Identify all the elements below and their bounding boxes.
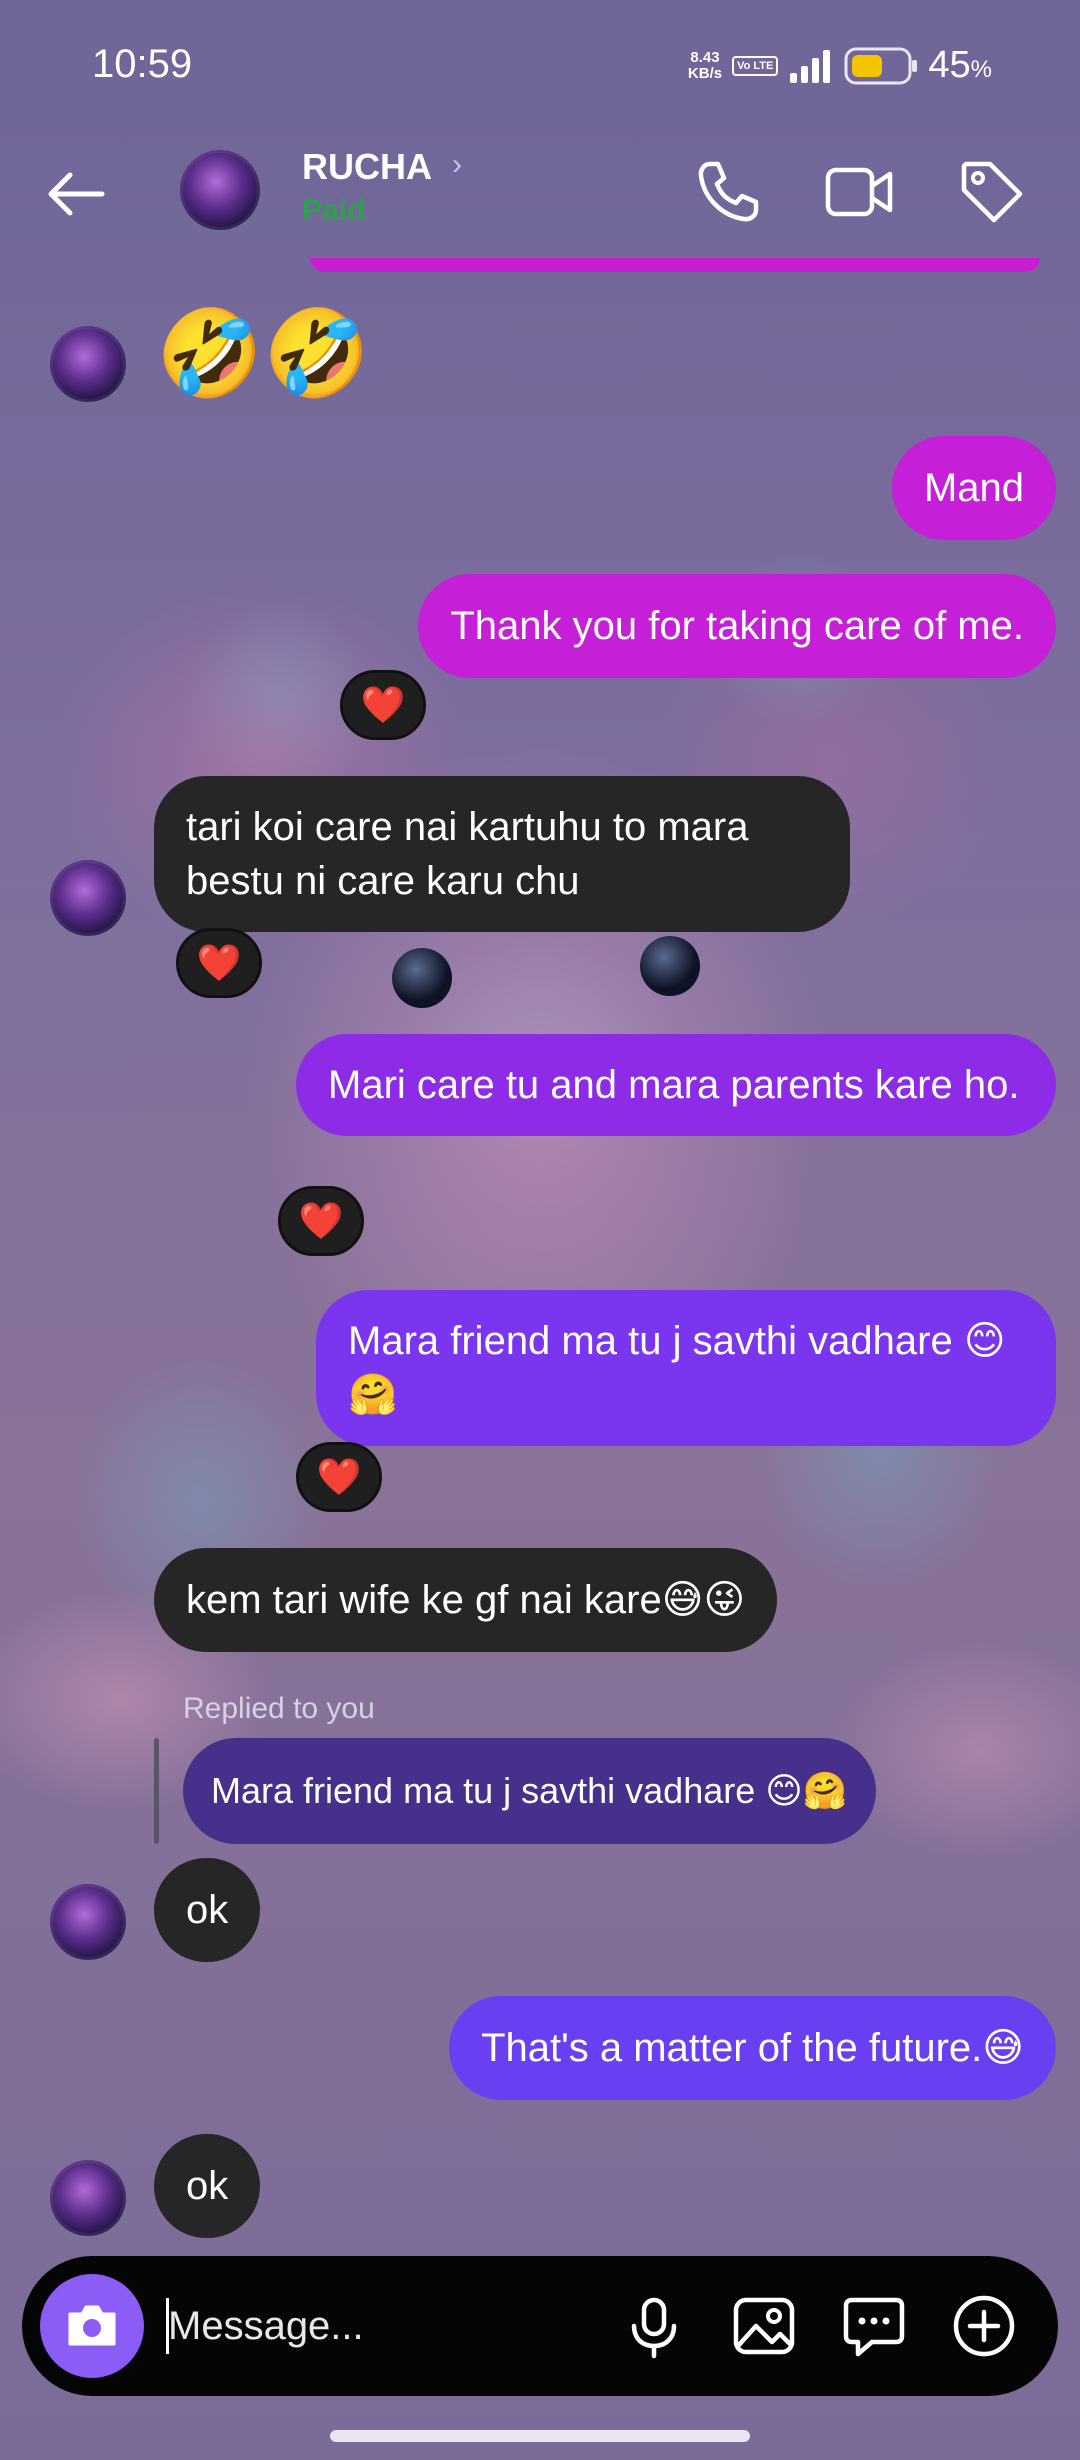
- image-icon: [733, 2297, 795, 2355]
- previous-message-edge: [310, 258, 1040, 272]
- home-indicator[interactable]: [330, 2430, 750, 2442]
- reaction-badge[interactable]: ❤️: [340, 670, 426, 740]
- wallpaper-bear-eye-right: [640, 936, 700, 996]
- message-composer: [22, 2256, 1058, 2396]
- video-camera-icon: [825, 167, 893, 217]
- volte-badge: Vo LTE: [732, 55, 779, 76]
- status-indicators: 8.43 KB/s Vo LTE 45%: [688, 44, 992, 87]
- wallpaper-bear-eye-left: [392, 948, 452, 1008]
- outgoing-message[interactable]: Mand: [891, 436, 1056, 540]
- network-speed-value: 8.43: [690, 48, 720, 66]
- chat-bubble-icon: [843, 2297, 905, 2357]
- voice-message-button[interactable]: [620, 2292, 688, 2360]
- sender-avatar[interactable]: [50, 1884, 126, 1960]
- incoming-message[interactable]: ok: [154, 1858, 261, 1962]
- quoted-message[interactable]: Mara friend ma tu j savthi vadhare 😊🤗: [183, 1738, 876, 1844]
- reaction-badge[interactable]: ❤️: [278, 1186, 364, 1256]
- heart-reaction-icon: ❤️: [196, 942, 242, 983]
- chat-header: RUCHA › Paid: [0, 130, 1080, 260]
- incoming-message[interactable]: tari koi care nai kartuhu to mara bestu …: [154, 776, 850, 932]
- heart-reaction-icon: ❤️: [298, 1200, 344, 1241]
- outgoing-message[interactable]: That's a matter of the future.😅: [449, 1996, 1056, 2100]
- phone-icon: [698, 161, 759, 222]
- camera-button[interactable]: [40, 2274, 144, 2378]
- tag-icon: [961, 161, 1023, 223]
- contact-name[interactable]: RUCHA: [302, 146, 432, 188]
- reaction-badge[interactable]: ❤️: [296, 1442, 382, 1512]
- network-speed: 8.43 KB/s: [687, 48, 723, 82]
- sender-avatar[interactable]: [50, 860, 126, 936]
- outgoing-message[interactable]: Mara friend ma tu j savthi vadhare 😊🤗: [316, 1290, 1056, 1446]
- message-input[interactable]: [168, 2292, 588, 2360]
- battery-level: 45: [928, 44, 971, 86]
- outgoing-message[interactable]: Thank you for taking care of me.: [418, 574, 1056, 678]
- sender-avatar[interactable]: [50, 2160, 126, 2236]
- status-time: 10:59: [92, 42, 193, 86]
- video-call-button[interactable]: [822, 154, 898, 230]
- battery-icon: [844, 47, 918, 84]
- chevron-right-icon[interactable]: ›: [452, 148, 462, 182]
- microphone-icon: [631, 2297, 677, 2359]
- sticker-button[interactable]: [840, 2292, 908, 2360]
- heart-reaction-icon: ❤️: [360, 684, 406, 725]
- voice-call-button[interactable]: [690, 154, 766, 230]
- arrow-left-icon: [48, 172, 105, 216]
- reply-indicator-bar: [154, 1738, 159, 1844]
- contact-avatar[interactable]: [180, 150, 260, 230]
- outgoing-message[interactable]: Mari care tu and mara parents kare ho.: [296, 1034, 1056, 1136]
- emoji-message[interactable]: 🤣🤣: [156, 304, 370, 404]
- status-bar: 10:59 8.43 KB/s Vo LTE 45%: [0, 0, 1080, 130]
- plus-circle-icon: [953, 2295, 1015, 2357]
- contact-status: Paid: [302, 194, 366, 227]
- back-button[interactable]: [40, 158, 112, 230]
- tag-button[interactable]: [954, 154, 1030, 230]
- reaction-badge[interactable]: ❤️: [176, 928, 262, 998]
- replied-to-label: Replied to you: [183, 1692, 375, 1725]
- network-speed-unit: KB/s: [687, 64, 723, 82]
- gallery-button[interactable]: [730, 2292, 798, 2360]
- incoming-message[interactable]: kem tari wife ke gf nai kare😅😜: [154, 1548, 778, 1652]
- sender-avatar[interactable]: [50, 326, 126, 402]
- signal-icon: [790, 49, 831, 83]
- camera-icon: [68, 2305, 116, 2346]
- incoming-message[interactable]: ok: [154, 2134, 261, 2238]
- more-options-button[interactable]: [950, 2292, 1018, 2360]
- heart-reaction-icon: ❤️: [316, 1456, 362, 1497]
- battery-unit: %: [970, 56, 992, 83]
